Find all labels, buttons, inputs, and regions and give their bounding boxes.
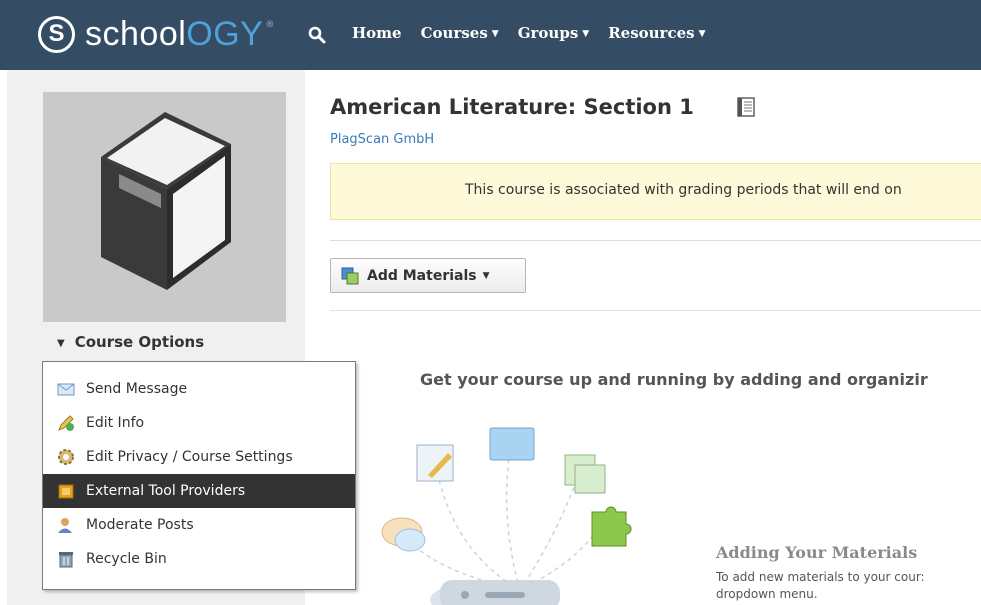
user-icon [58,518,72,533]
menu-item-label: Recycle Bin [86,551,167,567]
course-options-label: Course Options [74,333,205,351]
page-title: American Literature: Section 1 [330,95,694,119]
menu-item-label: Moderate Posts [86,517,194,533]
nav-courses-label: Courses [420,24,488,42]
chevron-down-icon: ▼ [582,29,590,39]
add-materials-icon [341,267,359,284]
menu-item-external-tool-providers[interactable]: External Tool Providers [43,474,355,508]
adding-desc-line2: dropdown menu. [716,587,818,601]
search-icon[interactable] [308,26,326,44]
menu-item-send-message[interactable]: Send Message [43,372,355,406]
gear-icon [58,449,74,465]
logo-trademark: ® [265,20,275,30]
grading-period-alert: This course is associated with grading p… [330,163,981,220]
menu-item-moderate-posts[interactable]: Moderate Posts [43,508,355,542]
divider [330,310,981,311]
nav-home[interactable]: Home [352,24,402,42]
puzzle-icon [58,484,74,499]
get-started-heading: Get your course up and running by adding… [420,370,928,389]
book-icon [101,112,231,290]
menu-item-edit-info[interactable]: Edit Info [43,406,355,440]
course-options-menu: Send Message Edit Info Edit Privacy / Co… [42,361,356,590]
main-nav: Home Courses ▼ Groups ▼ Resources ▼ [352,24,725,42]
menu-item-recycle-bin[interactable]: Recycle Bin [43,542,355,576]
menu-item-label: Send Message [86,381,188,397]
adding-materials-description: To add new materials to your cour: dropd… [716,569,981,603]
nav-home-label: Home [352,24,402,42]
nav-courses[interactable]: Courses ▼ [421,24,499,42]
chevron-down-icon: ▼ [491,29,499,39]
materials-illustration [381,427,632,605]
logo-mark: S [38,15,75,53]
adding-desc-line1: To add new materials to your cour: [716,570,925,584]
menu-item-edit-privacy[interactable]: Edit Privacy / Course Settings [43,440,355,474]
schoology-logo[interactable]: S schoolOGY ® [38,14,274,54]
nav-resources-label: Resources [608,24,695,42]
course-picture[interactable] [43,92,286,322]
top-navigation-bar: S schoolOGY ® Home Courses ▼ Groups ▼ Reso… [0,0,981,70]
nav-groups-label: Groups [517,24,579,42]
menu-item-label: Edit Privacy / Course Settings [86,449,293,465]
logo-wordmark-part1: school [85,14,187,53]
course-options-toggle[interactable]: ▼ Course Options [57,333,204,351]
add-materials-label: Add Materials [367,267,477,284]
course-subtitle-link[interactable]: PlagScan GmbH [330,132,434,147]
divider [330,240,981,241]
add-materials-button[interactable]: Add Materials ▼ [330,258,526,293]
nav-resources[interactable]: Resources ▼ [608,24,705,42]
chevron-down-icon: ▼ [698,29,706,39]
envelope-icon [57,383,75,396]
nav-groups[interactable]: Groups ▼ [518,24,589,42]
logo-wordmark: schoolOGY [85,15,263,54]
adding-materials-heading: Adding Your Materials [716,543,918,562]
caret-down-icon: ▼ [57,338,65,349]
pencil-icon [58,415,74,431]
chevron-down-icon: ▼ [482,270,490,281]
logo-wordmark-part2: OGY [186,14,264,53]
alert-text: This course is associated with grading p… [465,182,902,198]
menu-item-label: External Tool Providers [86,483,246,499]
notebook-icon[interactable] [736,96,756,118]
menu-item-label: Edit Info [86,415,145,431]
recycle-bin-icon [59,552,73,568]
